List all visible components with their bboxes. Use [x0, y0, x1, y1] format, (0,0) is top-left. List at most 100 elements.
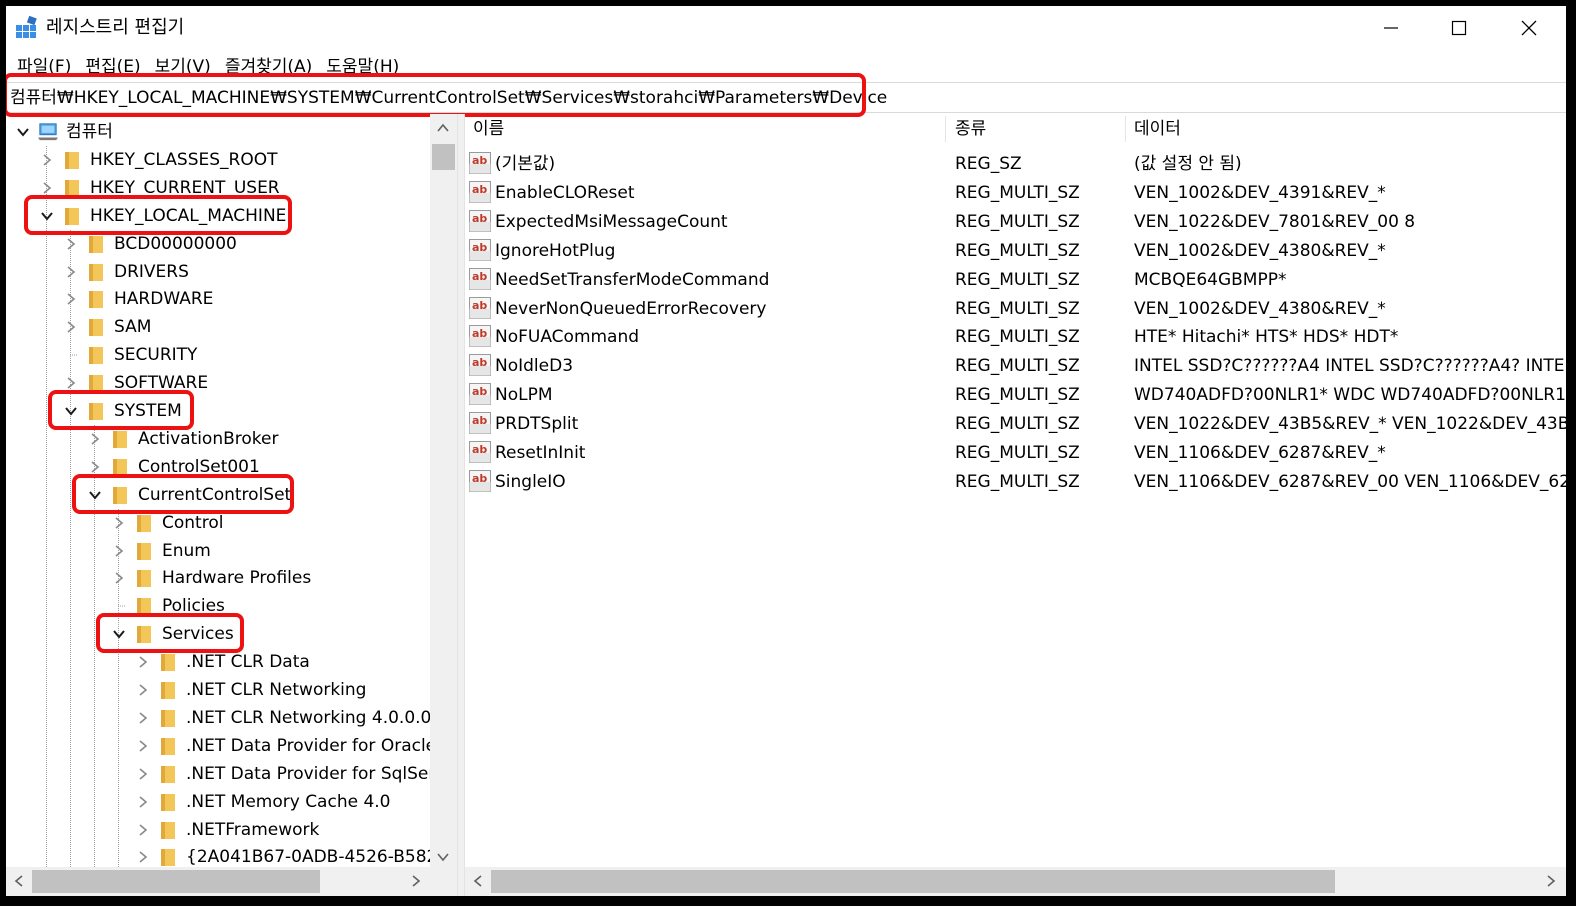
chevron-right-icon[interactable]: [110, 537, 128, 565]
chevron-right-icon[interactable]: [134, 816, 152, 844]
value-row[interactable]: ab NoFUACommand REG_MULTI_SZ HTE* Hitachi* …: [465, 323, 1566, 352]
address-path[interactable]: 컴퓨터₩HKEY_LOCAL_MACHINE₩SYSTEM₩CurrentCon…: [10, 87, 887, 109]
list-horizontal-scroll-thumb[interactable]: [491, 870, 1335, 893]
tree-vertical-scroll-thumb[interactable]: [432, 144, 455, 170]
tree-item[interactable]: HKEY_CLASSES_ROOT: [38, 146, 278, 174]
scroll-right-arrow[interactable]: [404, 869, 428, 893]
tree-item[interactable]: Services: [110, 620, 234, 648]
scroll-down-arrow[interactable]: [431, 845, 455, 869]
tree-item[interactable]: .NET CLR Networking: [134, 676, 366, 704]
tree-item[interactable]: DRIVERS: [62, 258, 189, 286]
tree-item[interactable]: Hardware Profiles: [110, 564, 311, 592]
tree-item[interactable]: .NET CLR Data: [134, 648, 310, 676]
chevron-right-icon[interactable]: [134, 732, 152, 760]
chevron-right-icon[interactable]: [110, 509, 128, 537]
tree-item[interactable]: ControlSet001: [86, 453, 260, 481]
tree-horizontal-scrollbar[interactable]: [6, 867, 457, 896]
chevron-right-icon[interactable]: [110, 564, 128, 592]
tree-horizontal-scroll-thumb[interactable]: [32, 870, 320, 893]
chevron-right-icon[interactable]: [38, 174, 56, 202]
value-row[interactable]: ab NeverNonQueuedErrorRecovery REG_MULTI_S…: [465, 295, 1566, 324]
menu-file[interactable]: 파일(F): [10, 54, 78, 80]
column-type-header[interactable]: 종류: [947, 114, 1125, 144]
scroll-right-arrow[interactable]: [1539, 869, 1563, 893]
tree-item[interactable]: SAM: [62, 313, 151, 341]
folder-icon: [158, 704, 178, 732]
tree-item[interactable]: .NETFramework: [134, 816, 319, 844]
chevron-right-icon[interactable]: [62, 230, 80, 258]
tree-item[interactable]: .NET CLR Networking 4.0.0.0: [134, 704, 431, 732]
chevron-right-icon[interactable]: [134, 760, 152, 788]
value-row[interactable]: ab IgnoreHotPlug REG_MULTI_SZ VEN_1002&DEV_…: [465, 237, 1566, 266]
tree-item-label: .NETFramework: [186, 819, 320, 840]
tree-item[interactable]: HKEY_CURRENT_USER: [38, 174, 280, 202]
value-data: VEN_1002&DEV_4380&REV_*: [1134, 240, 1386, 261]
tree-item[interactable]: HKEY_LOCAL_MACHINE: [38, 202, 286, 230]
column-data-header[interactable]: 데이터: [1126, 114, 1566, 144]
svg-text:ab: ab: [472, 414, 487, 427]
value-row[interactable]: ab SingleIO REG_MULTI_SZ VEN_1106&DEV_6287&…: [465, 468, 1566, 497]
chevron-right-icon[interactable]: [62, 258, 80, 286]
chevron-down-icon[interactable]: [14, 118, 32, 146]
tree-item[interactable]: HARDWARE: [62, 285, 213, 313]
value-row[interactable]: ab NeedSetTransferModeCommand REG_MULTI_SZ…: [465, 266, 1566, 295]
chevron-right-icon[interactable]: [86, 453, 104, 481]
tree-item[interactable]: .NET Memory Cache 4.0: [134, 788, 391, 816]
maximize-button[interactable]: [1436, 12, 1482, 44]
tree-item[interactable]: 컴퓨터: [14, 118, 113, 146]
close-button[interactable]: [1506, 12, 1552, 44]
menu-edit[interactable]: 편집(E): [78, 54, 147, 80]
tree-item[interactable]: BCD00000000: [62, 230, 237, 258]
menu-favorites[interactable]: 즐겨찾기(A): [218, 54, 319, 80]
chevron-right-icon[interactable]: [134, 788, 152, 816]
value-row[interactable]: ab ResetInInit REG_MULTI_SZ VEN_1106&DEV_62…: [465, 439, 1566, 468]
tree-item[interactable]: SYSTEM: [62, 397, 182, 425]
column-name-header[interactable]: 이름: [465, 114, 945, 144]
tree-item[interactable]: ActivationBroker: [86, 425, 278, 453]
chevron-right-icon[interactable]: [134, 676, 152, 704]
value-row[interactable]: ab EnableCLOReset REG_MULTI_SZ VEN_1002&DEV…: [465, 179, 1566, 208]
tree-item[interactable]: CurrentControlSet: [86, 481, 291, 509]
tree-item[interactable]: Control: [110, 509, 223, 537]
chevron-right-icon[interactable]: [86, 425, 104, 453]
scroll-left-arrow[interactable]: [7, 869, 31, 893]
chevron-right-icon[interactable]: [62, 313, 80, 341]
menu-view[interactable]: 보기(V): [148, 54, 218, 80]
key-tree[interactable]: 컴퓨터 HKEY_CLASSES_ROOT HKEY_CURRENT_USER HKE…: [6, 114, 457, 871]
scroll-left-arrow[interactable]: [466, 869, 490, 893]
address-bar[interactable]: 컴퓨터₩HKEY_LOCAL_MACHINE₩SYSTEM₩CurrentCon…: [6, 82, 1566, 113]
chevron-down-icon[interactable]: [86, 481, 104, 509]
tree-item[interactable]: SOFTWARE: [62, 369, 208, 397]
value-row[interactable]: ab (기본값) REG_SZ (값 설정 안 됨): [465, 150, 1566, 179]
chevron-right-icon[interactable]: [62, 285, 80, 313]
tree-item[interactable]: Policies: [110, 592, 225, 620]
tree-item-label: HARDWARE: [114, 289, 214, 310]
value-list[interactable]: 이름 종류 데이터 ab (기본값) REG_SZ (값 설정 안 됨) ab Enabl…: [465, 114, 1566, 867]
menu-help[interactable]: 도움말(H): [319, 54, 406, 80]
tree-item[interactable]: SECURITY: [62, 341, 197, 369]
svg-text:ab: ab: [472, 299, 487, 312]
value-type: REG_MULTI_SZ: [955, 240, 1080, 261]
chevron-right-icon[interactable]: [134, 704, 152, 732]
value-row[interactable]: ab NoIdleD3 REG_MULTI_SZ INTEL SSD?C??????A…: [465, 352, 1566, 381]
chevron-right-icon[interactable]: [38, 146, 56, 174]
chevron-right-icon[interactable]: [134, 648, 152, 676]
tree-vertical-scrollbar[interactable]: [430, 114, 457, 871]
chevron-down-icon[interactable]: [62, 397, 80, 425]
minimize-button[interactable]: [1368, 12, 1414, 44]
column-separator[interactable]: [945, 116, 946, 142]
tree-item[interactable]: .NET Data Provider for Oracle: [134, 732, 436, 760]
pane-splitter[interactable]: [457, 114, 465, 896]
list-horizontal-scrollbar[interactable]: [465, 867, 1566, 896]
value-row[interactable]: ab PRDTSplit REG_MULTI_SZ VEN_1022&DEV_43B5…: [465, 410, 1566, 439]
value-row[interactable]: ab NoLPM REG_MULTI_SZ WD740ADFD?00NLR1* WDC…: [465, 381, 1566, 410]
tree-item-label: ActivationBroker: [138, 428, 279, 449]
tree-connector: [62, 341, 80, 369]
chevron-down-icon[interactable]: [38, 202, 56, 230]
chevron-down-icon[interactable]: [110, 620, 128, 648]
tree-item[interactable]: Enum: [110, 537, 211, 565]
tree-item[interactable]: .NET Data Provider for SqlServ: [134, 760, 445, 788]
value-row[interactable]: ab ExpectedMsiMessageCount REG_MULTI_SZ VEN…: [465, 208, 1566, 237]
chevron-right-icon[interactable]: [62, 369, 80, 397]
scroll-up-arrow[interactable]: [431, 116, 455, 140]
